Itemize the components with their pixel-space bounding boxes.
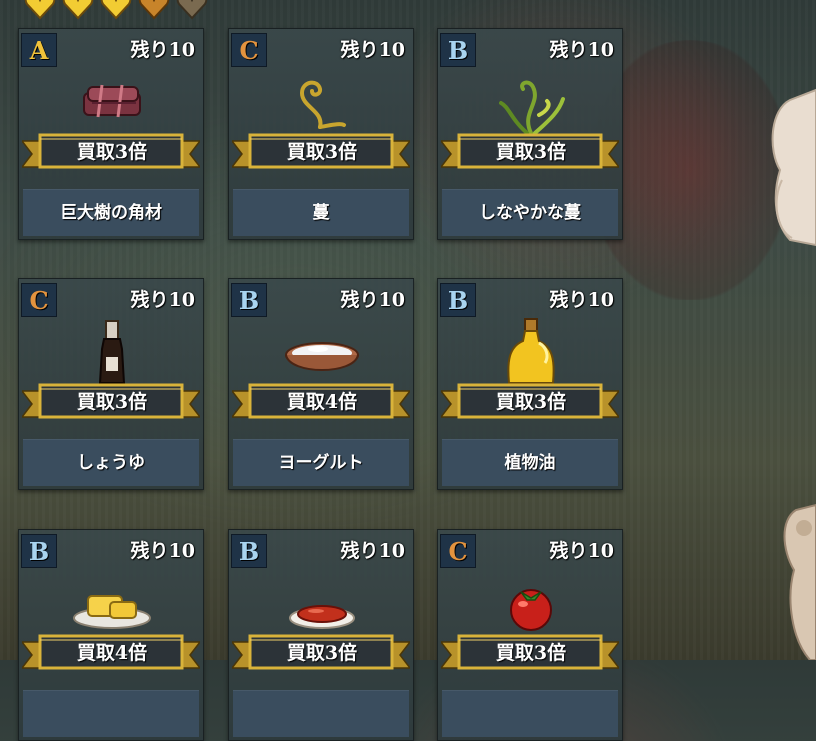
item-card[interactable]: C 残り10 買取3倍しょうゆ — [18, 278, 204, 490]
multiplier-label: 買取3倍 — [286, 141, 358, 163]
rank-badge: C — [21, 283, 57, 317]
multiplier-ribbon: 買取3倍 — [441, 133, 619, 173]
item-name: ヨーグルト — [233, 439, 409, 486]
item-card[interactable]: B 残り10 買取3倍植物油 — [437, 278, 623, 490]
item-name — [233, 690, 409, 737]
item-card[interactable]: B 残り10 買取4倍 — [18, 529, 204, 741]
rank-badge: C — [231, 33, 267, 67]
stock-remaining: 残り10 — [130, 39, 195, 61]
item-card[interactable]: B 残り10 買取3倍 — [228, 529, 414, 741]
multiplier-ribbon: 買取3倍 — [22, 133, 200, 173]
yogurt-icon — [285, 342, 359, 371]
soy-sauce-icon — [98, 320, 126, 384]
stock-remaining: 残り10 — [130, 540, 195, 562]
multiplier-label: 買取3倍 — [495, 141, 567, 163]
multiplier-ribbon: 買取4倍 — [232, 383, 410, 423]
item-name: しょうゆ — [23, 439, 199, 486]
heart-icon-bronze — [138, 0, 170, 20]
multiplier-ribbon: 買取4倍 — [22, 634, 200, 674]
item-name — [23, 690, 199, 737]
supple-vine-icon — [499, 80, 565, 135]
rank-badge: B — [440, 33, 476, 67]
vine-icon — [299, 80, 346, 129]
item-card[interactable]: C 残り10 買取3倍 — [437, 529, 623, 741]
item-card[interactable]: B 残り10 買取3倍しなやかな蔓 — [437, 28, 623, 240]
multiplier-label: 買取3倍 — [76, 141, 148, 163]
multiplier-ribbon: 買取3倍 — [232, 133, 410, 173]
item-name: 蔓 — [233, 189, 409, 236]
rank-badge: C — [440, 534, 476, 568]
item-name — [442, 690, 618, 737]
item-name: 巨大樹の角材 — [23, 189, 199, 236]
stock-remaining: 残り10 — [549, 39, 614, 61]
item-card[interactable]: C 残り10 買取3倍蔓 — [228, 28, 414, 240]
multiplier-label: 買取3倍 — [76, 391, 148, 413]
item-name: 植物油 — [442, 439, 618, 486]
heart-icon-gold — [24, 0, 56, 20]
butter-icon — [73, 595, 151, 629]
multiplier-label: 買取4倍 — [286, 391, 358, 413]
stock-remaining: 残り10 — [340, 289, 405, 311]
heart-icon-gray — [176, 0, 208, 20]
lumber-icon — [83, 84, 141, 118]
stock-remaining: 残り10 — [549, 540, 614, 562]
rank-badge: B — [231, 534, 267, 568]
tomato-sauce-icon — [289, 605, 355, 629]
stock-remaining: 残り10 — [340, 39, 405, 61]
rank-badge: A — [21, 33, 57, 67]
item-name: しなやかな蔓 — [442, 189, 618, 236]
affinity-hearts — [24, 0, 208, 22]
multiplier-label: 買取3倍 — [495, 642, 567, 664]
item-card[interactable]: A 残り10 買取3倍巨大樹の角材 — [18, 28, 204, 240]
multiplier-ribbon: 買取3倍 — [441, 383, 619, 423]
tomato-icon — [510, 589, 552, 631]
multiplier-label: 買取3倍 — [495, 391, 567, 413]
multiplier-label: 買取4倍 — [76, 642, 148, 664]
heart-icon-gold — [62, 0, 94, 20]
multiplier-ribbon: 買取3倍 — [22, 383, 200, 423]
rank-badge: B — [21, 534, 57, 568]
character-figure — [771, 88, 816, 660]
oil-bottle-icon — [507, 318, 555, 384]
stock-remaining: 残り10 — [340, 540, 405, 562]
rank-badge: B — [231, 283, 267, 317]
multiplier-ribbon: 買取3倍 — [441, 634, 619, 674]
stock-remaining: 残り10 — [549, 289, 614, 311]
multiplier-label: 買取3倍 — [286, 642, 358, 664]
heart-icon-gold — [100, 0, 132, 20]
stock-remaining: 残り10 — [130, 289, 195, 311]
item-card[interactable]: B 残り10 買取4倍ヨーグルト — [228, 278, 414, 490]
multiplier-ribbon: 買取3倍 — [232, 634, 410, 674]
rank-badge: B — [440, 283, 476, 317]
